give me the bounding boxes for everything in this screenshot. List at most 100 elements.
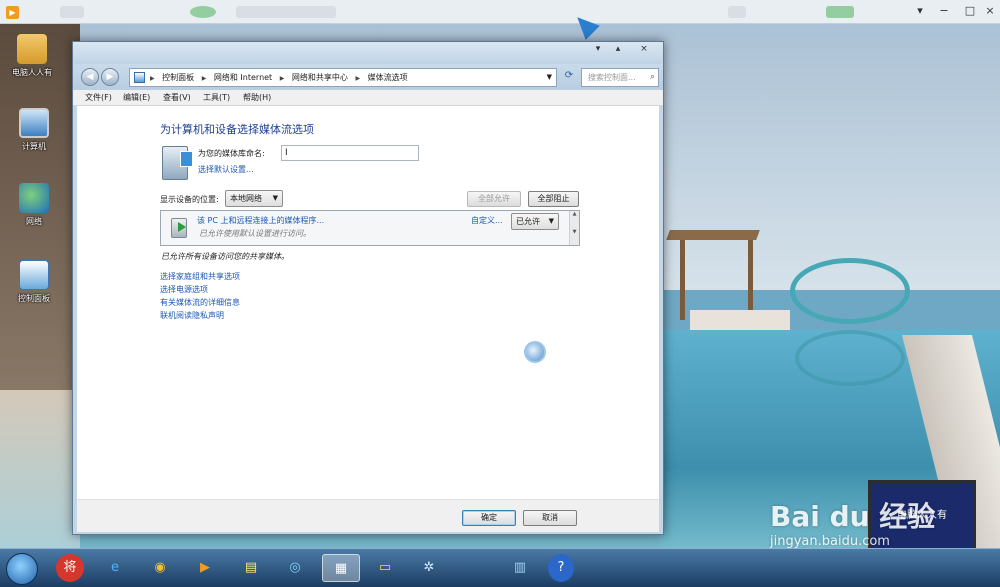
desktop-icon-label: 控制面板: [18, 294, 50, 303]
choose-default-settings-link[interactable]: 选择默认设置...: [198, 164, 254, 175]
device-list: 该 PC 上和远程连接上的媒体程序... 已允许使用默认设置进行访问。 自定义.…: [160, 210, 580, 246]
chevron-down-icon: ▼: [548, 217, 554, 225]
power-options-link[interactable]: 选择电源选项: [160, 284, 208, 295]
wallpaper-deck: [690, 310, 790, 330]
menu-view[interactable]: 查看(V): [163, 92, 191, 103]
media-streaming-info-link[interactable]: 有关媒体流的详细信息: [160, 297, 240, 308]
help-icon[interactable]: ?: [548, 554, 574, 582]
start-button[interactable]: [6, 553, 38, 585]
desktop-icon-computer[interactable]: 计算机: [4, 108, 64, 152]
refresh-icon[interactable]: ⟳: [561, 70, 577, 86]
control-panel-icon: [134, 72, 145, 83]
control-panel-icon[interactable]: ▦: [322, 554, 360, 582]
device-name-link[interactable]: 该 PC 上和远程连接上的媒体程序...: [197, 215, 324, 226]
network-icon: [19, 183, 49, 213]
breadcrumb-separator-icon: ▶: [201, 75, 207, 82]
desktop-icon-control-panel[interactable]: 控制面板: [4, 260, 64, 304]
menu-bar: 文件(F) 编辑(E) 查看(V) 工具(T) 帮助(H): [73, 90, 663, 106]
book-icon[interactable]: ▥: [505, 554, 535, 582]
busy-cursor-icon: [524, 341, 546, 363]
breadcrumb-network-sharing-center[interactable]: 网络和共享中心: [292, 69, 348, 86]
breadcrumb-media-streaming[interactable]: 媒体流选项: [368, 69, 408, 86]
device-list-scrollbar[interactable]: ▲ ▼: [569, 211, 579, 245]
tool-icon[interactable]: ✲: [414, 554, 444, 582]
control-panel-icon: [19, 260, 49, 290]
address-row: ◀ ▶ ▶ 控制面板 ▶ 网络和 Internet ▶ 网络和共享中心 ▶ 媒体…: [73, 64, 663, 90]
back-button[interactable]: ◀: [81, 68, 99, 86]
host-collapse-icon[interactable]: ▾: [912, 3, 928, 19]
wallpaper-ring-reflection: [795, 330, 905, 386]
host-maximize-icon[interactable]: □: [962, 3, 978, 19]
wallpaper-left-pool: [0, 390, 80, 560]
address-bar[interactable]: ▶ 控制面板 ▶ 网络和 Internet ▶ 网络和共享中心 ▶ 媒体流选项 …: [129, 68, 557, 87]
address-dropdown-icon[interactable]: ▼: [547, 69, 552, 86]
media-streaming-window: ▾ ▴ × ◀ ▶ ▶ 控制面板 ▶ 网络和 Internet ▶ 网络和共享中…: [72, 41, 664, 535]
page-title: 为计算机和设备选择媒体流选项: [160, 123, 314, 136]
window-content: 为计算机和设备选择媒体流选项 为您的媒体库命名: I 选择默认设置... 显示设…: [77, 106, 659, 499]
folder-icon: [17, 34, 47, 64]
window-close-icon[interactable]: ×: [637, 44, 651, 54]
menu-help[interactable]: 帮助(H): [243, 92, 271, 103]
window-title-bar[interactable]: ▾ ▴ ×: [73, 42, 663, 64]
desktop-icon-label: 计算机: [22, 142, 46, 151]
device-description: 已允许使用默认设置进行访问。: [199, 229, 311, 238]
customize-link[interactable]: 自定义...: [471, 215, 503, 226]
media-library-icon: [162, 146, 193, 180]
menu-file[interactable]: 文件(F): [85, 92, 112, 103]
wallpaper-gazebo-post: [680, 240, 685, 320]
host-top-bar: ▶ ▾ − □ ×: [0, 0, 1000, 24]
show-devices-label: 显示设备的位置:: [160, 195, 219, 204]
library-name-label: 为您的媒体库命名:: [198, 149, 265, 158]
chess-icon[interactable]: 将: [56, 554, 84, 582]
cancel-button[interactable]: 取消: [523, 510, 577, 526]
host-blurred-item: [60, 6, 84, 18]
breadcrumb-control-panel[interactable]: 控制面板: [162, 69, 194, 86]
host-app-icon: ▶: [6, 6, 19, 19]
chrome-icon[interactable]: ◉: [145, 554, 175, 582]
menu-tools[interactable]: 工具(T): [203, 92, 230, 103]
all-allowed-text: 已允许所有设备访问您的共享媒体。: [161, 252, 289, 261]
breadcrumb-separator-icon: ▶: [355, 75, 361, 82]
host-close-icon[interactable]: ×: [982, 3, 998, 19]
block-all-button[interactable]: 全部阻止: [528, 191, 579, 207]
desktop-icon-folder[interactable]: 电脑人人有: [2, 34, 62, 78]
privacy-statement-link[interactable]: 联机阅读隐私声明: [160, 310, 224, 321]
host-blurred-item: [236, 6, 336, 18]
library-name-input[interactable]: I: [281, 145, 419, 161]
desktop-icon-label: 电脑人人有: [12, 68, 52, 77]
host-minimize-icon[interactable]: −: [936, 3, 952, 19]
dialog-footer: 确定 取消: [77, 499, 659, 532]
host-blurred-item: [826, 6, 854, 18]
explorer-icon[interactable]: ▭: [370, 554, 400, 582]
menu-edit[interactable]: 编辑(E): [123, 92, 150, 103]
desktop-icon-network[interactable]: 网络: [4, 183, 64, 227]
breadcrumb-network-internet[interactable]: 网络和 Internet: [214, 69, 272, 86]
host-blurred-item: [728, 6, 746, 18]
search-icon[interactable]: ⌕: [650, 69, 655, 86]
ok-button[interactable]: 确定: [462, 510, 516, 526]
show-devices-value: 本地网络: [230, 194, 262, 203]
window-maximize-icon[interactable]: ▴: [611, 44, 625, 54]
wallpaper-gazebo-post: [748, 240, 753, 320]
ie-icon[interactable]: e: [100, 554, 130, 582]
media-player-icon[interactable]: ▶: [190, 554, 220, 582]
breadcrumb-separator-icon: ▶: [279, 75, 285, 82]
device-status-value: 已允许: [516, 217, 540, 226]
notes-icon[interactable]: ▤: [236, 554, 266, 582]
homegroup-sharing-link[interactable]: 选择家庭组和共享选项: [160, 271, 240, 282]
host-blurred-item: [190, 6, 216, 18]
baidu-watermark: Bai du 经验: [770, 500, 936, 533]
search-input[interactable]: 搜索控制面... ⌕: [581, 68, 659, 87]
media-program-icon: [171, 218, 187, 238]
device-status-select[interactable]: 已允许 ▼: [511, 213, 559, 230]
desktop-icon-label: 网络: [26, 217, 42, 226]
show-devices-select[interactable]: 本地网络 ▼: [225, 190, 283, 207]
browser-icon[interactable]: ◎: [280, 554, 310, 582]
forward-button[interactable]: ▶: [101, 68, 119, 86]
chevron-down-icon: ▼: [272, 194, 278, 202]
allow-all-button[interactable]: 全部允许: [467, 191, 521, 207]
baidu-watermark-url: jingyan.baidu.com: [770, 534, 890, 549]
taskbar: 将 e ◉ ▶ ▤ ◎ ▦ ▭ ✲ ▥ ?: [0, 548, 1000, 587]
breadcrumb-separator-icon: ▶: [150, 75, 155, 82]
window-collapse-icon[interactable]: ▾: [591, 44, 605, 54]
